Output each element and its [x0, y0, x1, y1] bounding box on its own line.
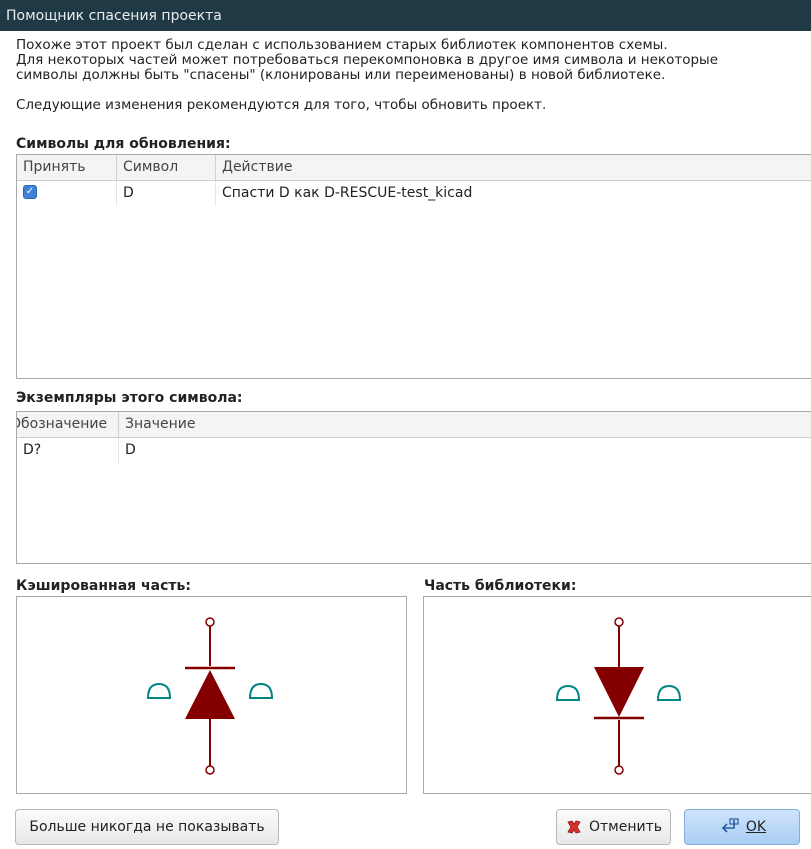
symbol-cell: D	[116, 181, 215, 206]
enter-key-icon	[721, 818, 739, 833]
instances-grid[interactable]: Обозначение Значение D? D	[16, 411, 811, 564]
library-part-label: Часть библиотеки:	[424, 578, 577, 594]
intro-line-4: Следующие изменения рекомендуются для то…	[16, 97, 547, 113]
intro-line-3: символы должны быть "спасены" (клонирова…	[16, 67, 666, 83]
window-titlebar: Помощник спасения проекта	[0, 0, 811, 31]
action-cell: Спасти D как D-RESCUE-test_kicad	[215, 181, 811, 206]
cached-part-preview	[16, 596, 407, 794]
symbols-section-label: Символы для обновления:	[16, 136, 231, 152]
cached-part-label: Кэшированная часть:	[16, 578, 191, 594]
window-title: Помощник спасения проекта	[6, 8, 222, 24]
column-header-value[interactable]: Значение	[118, 412, 811, 437]
intro-line-2: Для некоторых частей может потребоваться…	[16, 52, 718, 68]
instances-grid-header: Обозначение Значение	[17, 412, 811, 438]
cancel-icon	[567, 820, 581, 834]
cancel-button[interactable]: Отменить	[556, 809, 671, 845]
symbols-grid[interactable]: Принять Символ Действие ✓ D Спасти D как…	[16, 154, 811, 379]
intro-line-1: Похоже этот проект был сделан с использо…	[16, 37, 668, 53]
ok-label: OK	[745, 819, 767, 835]
ok-button[interactable]: OK	[684, 809, 800, 845]
never-show-button[interactable]: Больше никогда не показывать	[15, 809, 279, 845]
diode-symbol-library	[555, 617, 682, 775]
column-header-action[interactable]: Действие	[215, 155, 811, 180]
column-header-accept[interactable]: Принять	[17, 155, 116, 180]
table-row[interactable]: ✓ D Спасти D как D-RESCUE-test_kicad	[17, 181, 811, 206]
table-row[interactable]: D? D	[17, 438, 811, 463]
accept-cell[interactable]: ✓	[17, 181, 116, 206]
column-header-symbol[interactable]: Символ	[116, 155, 215, 180]
never-show-label: Больше никогда не показывать	[29, 819, 265, 835]
symbols-grid-header: Принять Символ Действие	[17, 155, 811, 181]
reference-cell: D?	[23, 442, 42, 458]
value-cell: D	[118, 438, 811, 463]
accept-checkbox[interactable]: ✓	[23, 184, 37, 199]
intro-text: Похоже этот проект был сделан с использо…	[16, 38, 806, 113]
diode-symbol-cached	[146, 617, 274, 775]
library-part-preview	[423, 596, 811, 794]
cancel-label: Отменить	[588, 819, 662, 835]
column-header-reference[interactable]: Обозначение	[17, 412, 118, 437]
instances-section-label: Экземпляры этого символа:	[16, 390, 243, 406]
